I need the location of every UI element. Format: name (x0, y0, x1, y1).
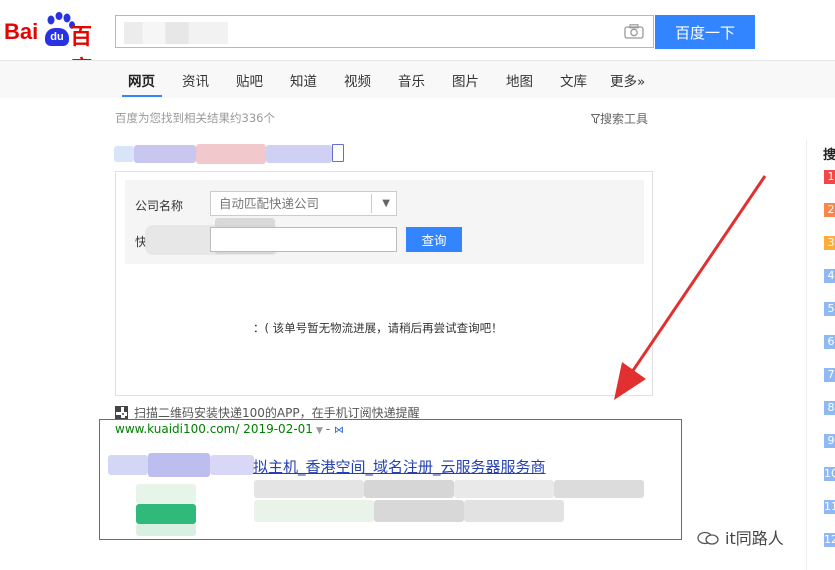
tab-video[interactable]: 视频 (344, 70, 371, 90)
result2-title-link[interactable]: 拟主机_香港空间_域名注册_云服务器服务商 (253, 456, 546, 477)
qr-code-icon (115, 406, 128, 419)
kuaidi-form: 公司名称 自动匹配快递公司 ▼ 快 查询 (125, 180, 644, 264)
rank-badge: 1 (824, 170, 835, 184)
camera-icon[interactable] (624, 24, 644, 39)
rank-badge: 12 (824, 533, 835, 547)
logo-text-bai: Bai (4, 19, 39, 44)
wechat-icon (697, 531, 719, 545)
rank-badge: 6 (824, 335, 835, 349)
hot-search-sidebar: 搜 1 2 3 4 5 6 7 8 9 10 11 12 (806, 140, 835, 570)
annotation-arrow-icon (614, 175, 767, 400)
result2-thumbnail-blurred (136, 484, 196, 554)
rank-badge: 2 (824, 203, 835, 217)
search-box (115, 15, 654, 48)
tab-wenku[interactable]: 文库 (560, 70, 587, 90)
tab-zhidao[interactable]: 知道 (290, 70, 317, 90)
watermark-text: it同路人 (725, 529, 784, 548)
search-tools[interactable]: 搜索工具 (590, 110, 649, 127)
rank-badge: 9 (824, 434, 835, 448)
baidu-logo[interactable]: Bai du 百度 (4, 12, 110, 81)
rank-badge: 5 (824, 302, 835, 316)
result2-description-blurred (254, 480, 644, 524)
search-button[interactable]: 百度一下 (655, 15, 755, 49)
search-input[interactable] (124, 22, 228, 44)
result2-title-blurred (108, 453, 254, 477)
tab-web[interactable]: 网页 (128, 70, 155, 90)
tracking-number-input[interactable] (210, 227, 397, 252)
tab-news[interactable]: 资讯 (182, 70, 209, 90)
company-select[interactable]: 自动匹配快递公司 ▼ (210, 191, 397, 216)
empty-tracking-message: ：( 该单号暂无物流进展，请稍后再尝试查询吧！ (253, 321, 503, 335)
tab-images[interactable]: 图片 (452, 70, 479, 90)
chevron-down-icon: ▼ (382, 198, 390, 209)
rank-badge: 10 (824, 467, 835, 481)
rank-badge: 4 (824, 269, 835, 283)
rank-badge: 11 (824, 500, 835, 514)
tab-map[interactable]: 地图 (506, 70, 533, 90)
tab-tieba[interactable]: 贴吧 (236, 70, 263, 90)
kuaidi-widget: 公司名称 自动匹配快递公司 ▼ 快 查询 ：( 该单号暂无物流进展，请稍后再尝试… (115, 171, 653, 396)
filter-icon (590, 114, 601, 124)
qr-promo-text: 扫描二维码安装快递100的APP，在手机订阅快递提醒 (134, 406, 420, 420)
query-button[interactable]: 查询 (406, 227, 462, 252)
nav-tabs: 网页 资讯 贴吧 知道 视频 音乐 图片 地图 文库 更多» (0, 60, 835, 98)
rank-badge: 3 (824, 236, 835, 250)
tab-more[interactable]: 更多» (610, 70, 645, 90)
hot-search-heading: 搜 (823, 148, 835, 163)
company-label: 公司名称 (135, 199, 184, 213)
search-tools-label: 搜索工具 (600, 112, 649, 126)
tab-music[interactable]: 音乐 (398, 70, 425, 90)
result-count: 百度为您找到相关结果约336个 (115, 111, 275, 125)
logo-du-badge: du (45, 28, 69, 46)
watermark: it同路人 (697, 525, 784, 549)
result-title-blurred[interactable] (114, 142, 344, 164)
company-select-value: 自动匹配快递公司 (219, 196, 320, 211)
active-tab-indicator (122, 95, 162, 97)
rank-badge: 7 (824, 368, 835, 382)
rank-badge: 8 (824, 401, 835, 415)
